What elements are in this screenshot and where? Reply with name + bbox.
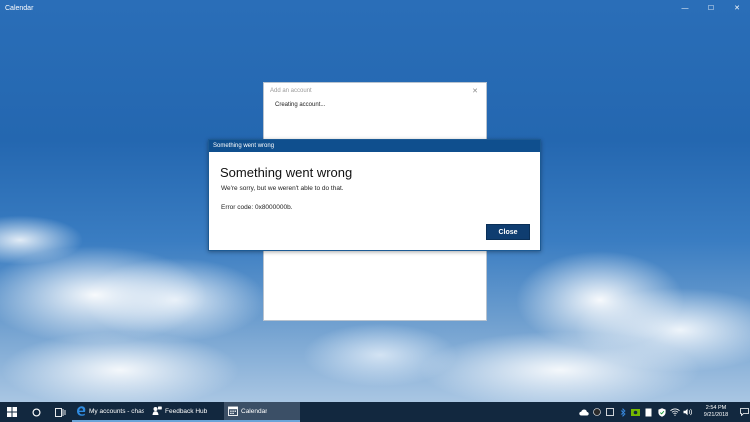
task-view-icon	[54, 407, 65, 417]
taskbar-app-feedback-hub[interactable]: Feedback Hub	[148, 402, 224, 422]
start-button[interactable]	[0, 402, 24, 422]
security-shield-icon[interactable]	[655, 402, 668, 422]
creating-account-status: Creating account...	[275, 102, 326, 108]
windows-logo-icon	[7, 407, 17, 417]
clock-time: 2:54 PM	[705, 405, 727, 411]
task-view-button[interactable]	[48, 402, 72, 422]
action-center-button[interactable]	[738, 402, 750, 422]
taskbar-app-label: Feedback Hub	[165, 407, 208, 415]
close-window-button[interactable]: ✕	[724, 0, 750, 16]
taskbar-app-calendar[interactable]: Calendar	[224, 402, 300, 422]
bluetooth-icon[interactable]	[616, 402, 629, 422]
taskbar-app-label: Calendar	[241, 407, 268, 415]
window-title: Calendar	[5, 4, 34, 12]
error-heading: Something went wrong	[220, 165, 353, 180]
error-message: We're sorry, but we weren't able to do t…	[221, 185, 344, 192]
clock-date: 9/21/2018	[703, 412, 729, 418]
system-tray: 2:54 PM 9/21/2018	[577, 402, 750, 422]
error-dialog: Something went wrong Something went wron…	[208, 139, 541, 251]
error-dialog-titlebar: Something went wrong	[209, 140, 540, 152]
volume-icon[interactable]	[681, 402, 694, 422]
window-titlebar: Calendar — ☐ ✕	[0, 0, 750, 16]
close-icon[interactable]: ✕	[472, 87, 478, 95]
document-tray-icon[interactable]	[642, 402, 655, 422]
feedback-hub-icon	[152, 406, 162, 416]
nvidia-icon[interactable]	[629, 402, 642, 422]
taskbar: My accounts - chas... Feedback Hub Calen…	[0, 402, 750, 422]
notification-icon	[739, 408, 749, 416]
taskbar-app-label: My accounts - chas...	[89, 407, 144, 415]
close-button[interactable]: Close	[486, 224, 530, 240]
add-account-header: Add an account ✕	[264, 83, 486, 99]
app-tray-icon[interactable]	[590, 402, 603, 422]
taskbar-app-edge[interactable]: My accounts - chas...	[72, 402, 148, 422]
onedrive-icon[interactable]	[577, 402, 590, 422]
network-icon[interactable]	[668, 402, 681, 422]
cortana-circle-icon	[31, 407, 41, 417]
cortana-button[interactable]	[24, 402, 48, 422]
add-account-title: Add an account	[270, 88, 312, 94]
minimize-button[interactable]: —	[672, 0, 698, 16]
maximize-button[interactable]: ☐	[698, 0, 724, 16]
calendar-icon	[228, 406, 238, 416]
input-tray-icon[interactable]	[603, 402, 616, 422]
edge-icon	[76, 406, 86, 416]
taskbar-clock[interactable]: 2:54 PM 9/21/2018	[694, 405, 738, 419]
error-code: Error code: 0x8000000b.	[221, 204, 293, 211]
window-controls: — ☐ ✕	[672, 0, 750, 16]
